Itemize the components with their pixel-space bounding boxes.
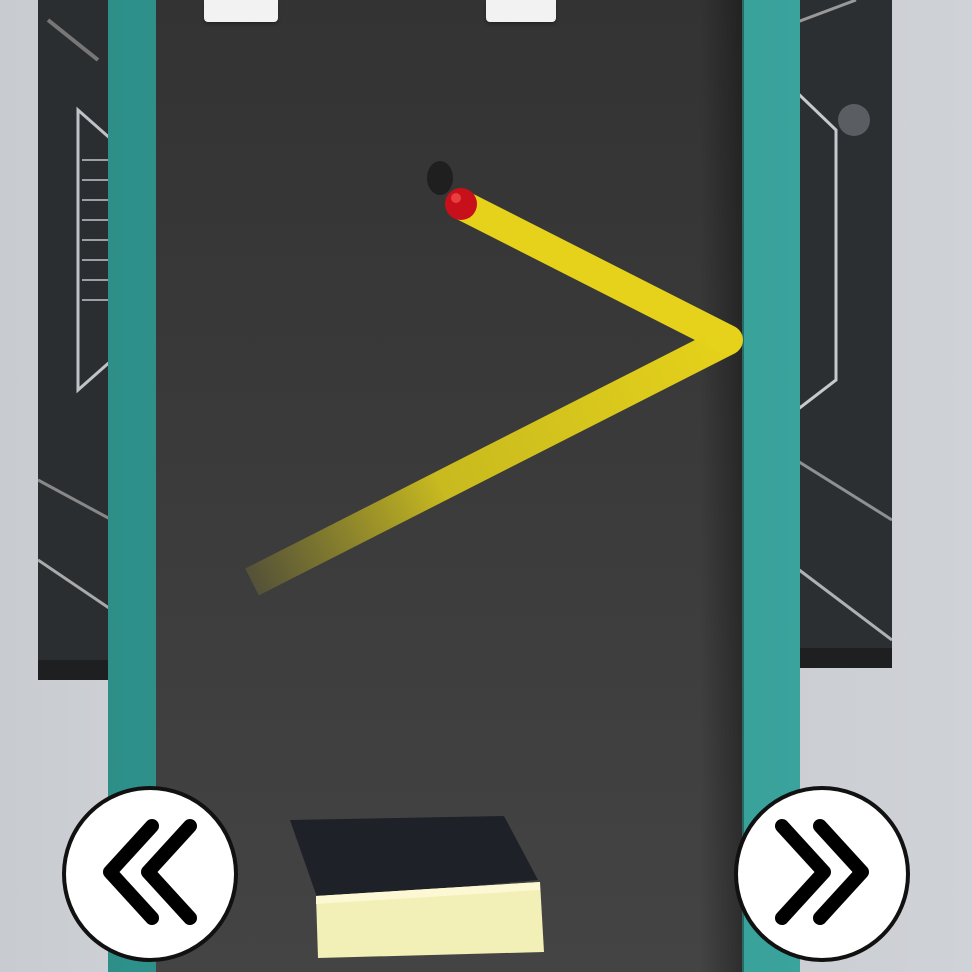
double-chevron-left-icon <box>90 812 210 936</box>
game-scene <box>0 0 972 972</box>
ball <box>445 188 477 220</box>
trajectory-segment-2 <box>245 326 735 596</box>
ball-shadow <box>427 161 453 195</box>
move-left-button[interactable] <box>62 786 238 962</box>
double-chevron-right-icon <box>762 812 882 936</box>
trajectory-segment-1 <box>447 190 743 355</box>
move-right-button[interactable] <box>734 786 910 962</box>
